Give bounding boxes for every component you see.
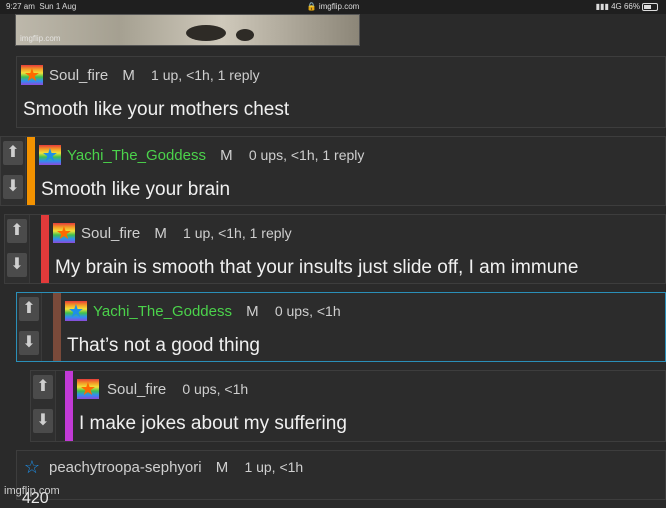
username[interactable]: Soul_fire — [49, 67, 108, 84]
arrow-down-icon[interactable]: ⬇ — [19, 331, 39, 355]
comment-stats: 0 ups, <1h, 1 reply — [248, 147, 365, 163]
mod-badge: M — [154, 225, 167, 242]
image-shape — [236, 29, 254, 41]
star-icon: ★ — [79, 379, 97, 399]
avatar[interactable]: ★ — [65, 301, 87, 321]
comment: ⬆ ⬇ ★ Yachi_The_Goddess M 0 ups, <1h, 1 … — [0, 136, 666, 206]
comment-meta: Soul_fire 0 ups, <1h — [107, 381, 248, 398]
comment: ☆ peachytroopa-sephyori M 1 up, <1h — [16, 450, 666, 500]
status-bar: 9:27 am Sun 1 Aug 🔒 imgflip.com ▮▮▮ 4G 6… — [0, 0, 666, 14]
comment-meta: Soul_fire M 1 up, <1h, 1 reply — [81, 225, 292, 242]
comment-stats: 1 up, <1h, 1 reply — [183, 225, 292, 241]
arrow-up-icon[interactable]: ⬆ — [3, 141, 23, 165]
mod-badge: M — [246, 303, 259, 320]
avatar[interactable]: ★ — [53, 223, 75, 243]
star-icon: ★ — [23, 65, 41, 85]
username[interactable]: Soul_fire — [81, 225, 140, 242]
vote-column: ⬆ ⬇ — [5, 215, 30, 283]
star-icon: ★ — [55, 223, 73, 243]
vote-column: ⬆ ⬇ — [17, 293, 42, 361]
thread-accent — [27, 137, 35, 205]
status-indicators: ▮▮▮ 4G 66% — [596, 2, 658, 11]
arrow-up-icon[interactable]: ⬆ — [33, 375, 53, 399]
status-url[interactable]: 🔒 imgflip.com — [0, 2, 666, 11]
star-outline-icon: ☆ — [23, 457, 41, 477]
comment: ★ Soul_fire M 1 up, <1h, 1 reply Smooth … — [16, 56, 666, 128]
imgflip-watermark: imgflip.com — [4, 485, 60, 497]
comment-text: I make jokes about my suffering — [79, 413, 347, 434]
battery-icon — [642, 2, 658, 11]
arrow-up-icon[interactable]: ⬆ — [19, 297, 39, 321]
vote-column: ⬆ ⬇ — [31, 371, 56, 441]
mod-badge: M — [122, 67, 135, 84]
arrow-down-icon[interactable]: ⬇ — [3, 175, 23, 199]
arrow-up-icon[interactable]: ⬆ — [7, 219, 27, 243]
mod-badge: M — [215, 459, 229, 476]
comment-stats: 0 ups, <1h — [182, 381, 249, 397]
avatar[interactable]: ★ — [77, 379, 99, 399]
comment-text: Smooth like your mothers chest — [23, 99, 290, 120]
username[interactable]: Yachi_The_Goddess — [93, 303, 232, 320]
comment-text: Smooth like your brain — [41, 179, 231, 200]
username[interactable]: Yachi_The_Goddess — [67, 147, 206, 164]
comment-stats: 1 up, <1h, 1 reply — [151, 67, 260, 83]
comment-meta: Soul_fire M 1 up, <1h, 1 reply — [49, 67, 260, 84]
avatar[interactable]: ★ — [39, 145, 61, 165]
comment: ⬆ ⬇ ★ Yachi_The_Goddess M 0 ups, <1h Tha… — [16, 292, 666, 362]
thread-accent — [41, 215, 49, 283]
vote-column: ⬆ ⬇ — [1, 137, 26, 205]
comment-text: That’s not a good thing — [67, 335, 260, 356]
star-icon: ★ — [67, 301, 85, 321]
avatar[interactable]: ★ — [21, 65, 43, 85]
comment-text: My brain is smooth that your insults jus… — [55, 257, 579, 278]
star-icon: ★ — [41, 145, 59, 165]
mod-badge: M — [220, 147, 233, 164]
thread-accent — [53, 293, 61, 361]
comment: ⬆ ⬇ ★ Soul_fire M 1 up, <1h, 1 reply My … — [4, 214, 666, 284]
username[interactable]: peachytroopa-sephyori — [49, 459, 202, 476]
meme-image[interactable]: imgflip.com — [15, 14, 360, 46]
image-watermark: imgflip.com — [20, 34, 61, 43]
username[interactable]: Soul_fire — [107, 381, 166, 398]
comment: ⬆ ⬇ ★ Soul_fire 0 ups, <1h I make jokes … — [30, 370, 666, 442]
comment-stats: 0 ups, <1h — [274, 303, 341, 319]
comment-stats: 1 up, <1h — [244, 459, 304, 475]
thread-accent — [65, 371, 73, 441]
comment-meta: Yachi_The_Goddess M 0 ups, <1h, 1 reply — [67, 147, 364, 164]
comment-meta: peachytroopa-sephyori M 1 up, <1h — [49, 459, 303, 476]
comment-meta: Yachi_The_Goddess M 0 ups, <1h — [93, 303, 341, 320]
arrow-down-icon[interactable]: ⬇ — [7, 253, 27, 277]
image-shape — [186, 25, 226, 41]
arrow-down-icon[interactable]: ⬇ — [33, 409, 53, 433]
avatar[interactable]: ☆ — [21, 457, 43, 477]
